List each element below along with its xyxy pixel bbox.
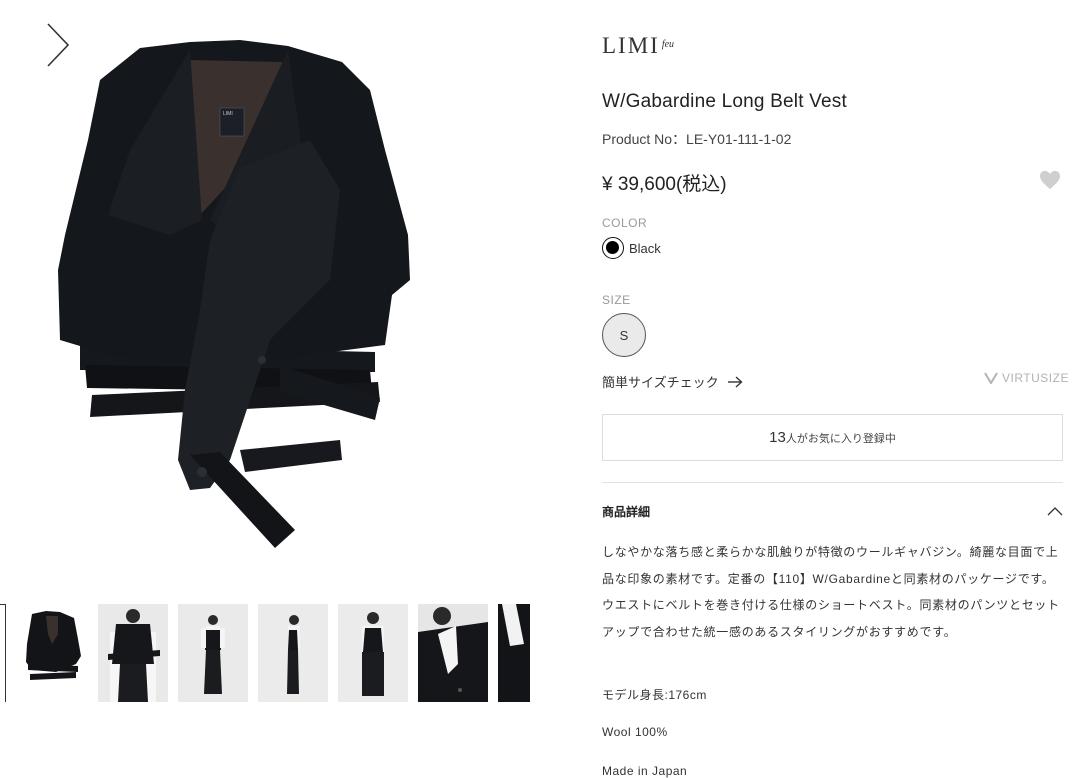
size-option-s[interactable]: S	[602, 313, 646, 357]
svg-text:LIMI: LIMI	[223, 111, 233, 117]
size-label: SIZE	[602, 293, 631, 307]
favorite-count: 13	[769, 429, 786, 446]
size-check-link[interactable]: 簡単サイズチェック	[602, 372, 743, 391]
thumbnail-2[interactable]	[98, 604, 168, 702]
section-divider	[602, 482, 1063, 483]
brand-suffix: feu	[661, 39, 675, 50]
brand-name: LIMI	[602, 33, 660, 58]
thumbnail-strip	[0, 604, 540, 702]
thumbnail-selected-edge[interactable]	[0, 604, 6, 702]
main-product-image[interactable]: LIMI	[0, 0, 540, 590]
country-of-origin: Made in Japan	[602, 764, 688, 778]
virtusize-link[interactable]: VIRTUSIZE	[984, 371, 1069, 385]
thumbnail-6[interactable]	[418, 604, 488, 702]
product-description: しなやかな落ち感と柔らかな肌触りが特徴のウールギャバジン。綺麗な目面で上品な印象…	[602, 539, 1063, 645]
virtusize-logo-icon	[984, 372, 998, 384]
color-label: COLOR	[602, 216, 648, 230]
size-check-label: 簡単サイズチェック	[602, 375, 719, 390]
product-detail-toggle[interactable]: 商品詳細	[602, 501, 1063, 521]
next-image-arrow[interactable]	[40, 20, 74, 70]
favorite-count-box: 13 人がお気に入り登録中	[602, 414, 1063, 461]
favorite-heart-icon[interactable]	[1039, 170, 1061, 190]
color-swatch-dot	[602, 237, 624, 259]
thumbnail-3[interactable]	[178, 604, 248, 702]
product-price: ¥ 39,600(税込)	[602, 174, 727, 195]
thumbnail-4[interactable]	[258, 604, 328, 702]
thumbnail-7[interactable]	[498, 604, 530, 702]
color-name: Black	[629, 240, 661, 256]
material: Wool 100%	[602, 725, 668, 739]
virtusize-label: VIRTUSIZE	[1002, 371, 1069, 385]
product-number: Product No：LE-Y01-111-1-02	[602, 131, 792, 147]
chevron-up-icon	[1047, 507, 1063, 516]
vest-photo: LIMI	[58, 40, 410, 548]
thumbnail-5[interactable]	[338, 604, 408, 702]
product-detail-heading: 商品詳細	[602, 504, 651, 519]
description-paragraph-1: しなやかな落ち感と柔らかな肌触りが特徴のウールギャバジン。綺麗な目面で上品な印象…	[602, 545, 1059, 586]
product-title: W/Gabardine Long Belt Vest	[602, 91, 847, 112]
favorite-count-suffix: 人がお気に入り登録中	[785, 432, 896, 445]
brand-logo[interactable]: LIMI feu	[602, 33, 674, 59]
arrow-right-icon	[727, 375, 743, 388]
thumbnail-1[interactable]	[18, 604, 88, 702]
model-height: モデル身長:176cm	[602, 688, 707, 702]
color-option-black[interactable]: Black	[602, 237, 661, 259]
description-paragraph-2: ウエストにベルトを巻き付ける仕様のショートベスト。同素材のパンツとセットアップで…	[602, 598, 1060, 639]
